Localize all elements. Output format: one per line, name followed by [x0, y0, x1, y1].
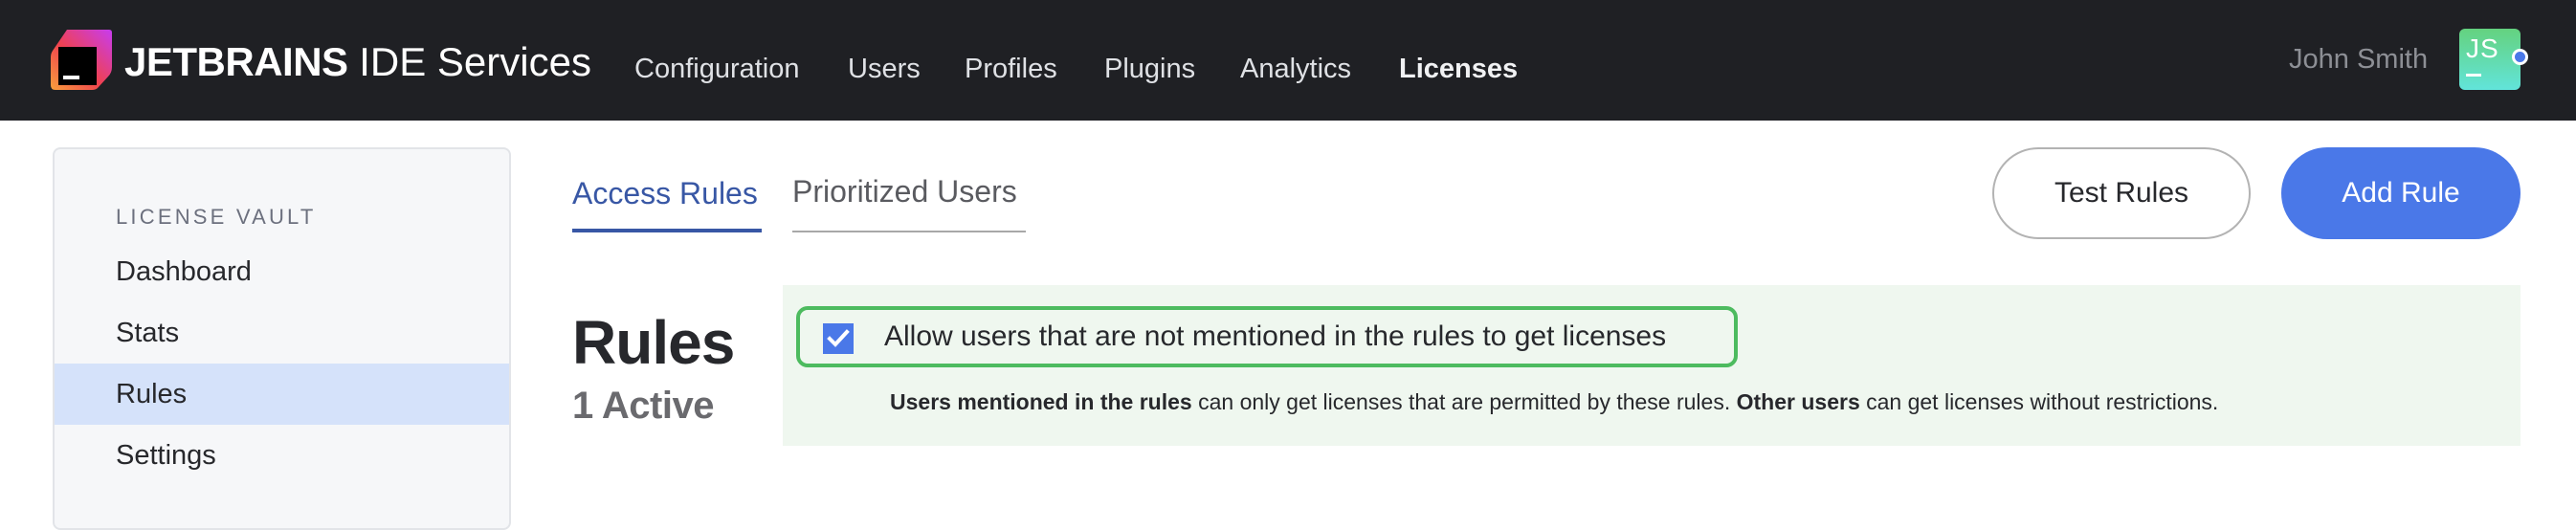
avatar-initials: JS	[2466, 33, 2499, 63]
test-rules-button[interactable]: Test Rules	[1992, 147, 2251, 239]
avatar-underline-decoration	[2466, 74, 2481, 77]
description-text-2: can get licenses without restrictions.	[1859, 389, 2219, 414]
checkmark-icon	[827, 329, 850, 347]
brand-product: IDE Services	[359, 39, 591, 84]
nav-licenses[interactable]: Licenses	[1399, 50, 1518, 88]
nav-users[interactable]: Users	[848, 50, 921, 88]
online-status-icon	[2512, 49, 2528, 65]
nav-profiles[interactable]: Profiles	[965, 50, 1057, 88]
nav-plugins[interactable]: Plugins	[1104, 50, 1195, 88]
sidebar-item-dashboard[interactable]: Dashboard	[55, 241, 509, 302]
allow-option-description: Users mentioned in the rules can only ge…	[890, 386, 2218, 417]
brand-name: JETBRAINS	[124, 39, 348, 84]
sidebar: LICENSE VAULT Dashboard Stats Rules Sett…	[53, 147, 511, 530]
nav-configuration[interactable]: Configuration	[634, 50, 800, 88]
description-bold-other: Other users	[1736, 389, 1860, 414]
top-navigation-bar: JETBRAINS IDE Services Configuration Use…	[0, 0, 2576, 121]
active-rules-count: 1 Active	[572, 385, 714, 427]
sidebar-item-settings[interactable]: Settings	[55, 425, 509, 486]
sidebar-heading: LICENSE VAULT	[116, 205, 317, 229]
jetbrains-logo-icon[interactable]	[50, 29, 113, 90]
user-name[interactable]: John Smith	[2289, 40, 2428, 78]
sidebar-item-rules[interactable]: Rules	[55, 364, 509, 425]
allow-unmentioned-users-label: Allow users that are not mentioned in th…	[884, 320, 1667, 352]
app-brand: JETBRAINS IDE Services	[124, 38, 591, 86]
tab-access-rules[interactable]: Access Rules	[572, 172, 758, 214]
description-text-1: can only get licenses that are permitted…	[1191, 389, 1737, 414]
tab-active-indicator	[572, 229, 762, 232]
allow-unmentioned-users-checkbox[interactable]	[823, 323, 854, 354]
description-bold-mentioned: Users mentioned in the rules	[890, 389, 1192, 414]
allow-unmentioned-users-panel: Allow users that are not mentioned in th…	[783, 285, 2520, 446]
tab-underline	[792, 231, 1026, 232]
nav-analytics[interactable]: Analytics	[1240, 50, 1351, 88]
tab-prioritized-users[interactable]: Prioritized Users	[792, 170, 1017, 212]
allow-unmentioned-users-option[interactable]: Allow users that are not mentioned in th…	[796, 306, 1738, 367]
add-rule-button[interactable]: Add Rule	[2281, 147, 2520, 239]
page-title: Rules	[572, 308, 735, 377]
sidebar-item-stats[interactable]: Stats	[55, 302, 509, 364]
